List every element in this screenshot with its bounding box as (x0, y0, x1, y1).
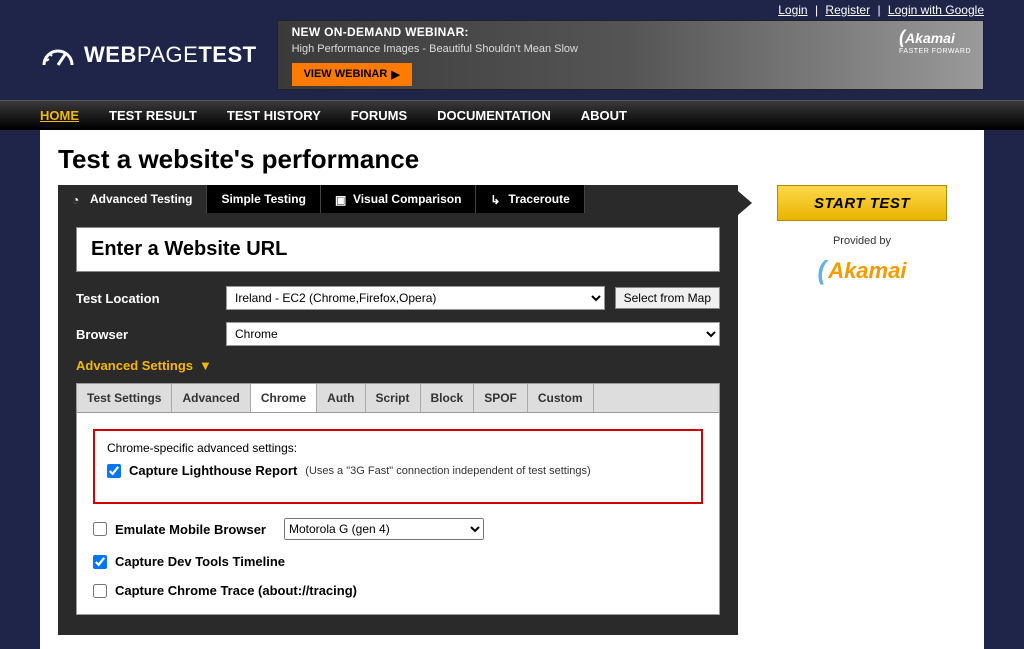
banner-title: NEW ON-DEMAND WEBINAR: (292, 25, 578, 39)
mode-tab-icon: ◔ (72, 193, 84, 205)
banner-subtitle: High Performance Images - Beautiful Shou… (292, 43, 578, 55)
gauge-icon (40, 43, 76, 67)
mode-tab-simple-testing[interactable]: Simple Testing (207, 185, 320, 213)
mode-tab-icon: ▣ (335, 193, 347, 205)
lighthouse-hint: (Uses a "3G Fast" connection independent… (305, 465, 590, 477)
main-nav: HOME TEST RESULT TEST HISTORY FORUMS DOCUMEN… (0, 100, 1024, 130)
nav-home[interactable]: HOME (40, 108, 79, 123)
subtab-chrome[interactable]: Chrome (251, 384, 317, 412)
browser-label: Browser (76, 327, 216, 342)
emulate-device-select[interactable]: Motorola G (gen 4) (284, 518, 484, 540)
advanced-subtabs: Test SettingsAdvancedChromeAuthScriptBlo… (76, 383, 720, 413)
mode-tab-advanced-testing[interactable]: ◔Advanced Testing (58, 185, 207, 213)
login-link[interactable]: Login (778, 3, 807, 17)
page-title: Test a website's performance (58, 144, 966, 175)
triangle-down-icon: ▼ (199, 358, 212, 373)
sponsor-logo[interactable]: (Akamai (818, 255, 907, 286)
chrome-trace-checkbox[interactable] (93, 584, 107, 598)
nav-about[interactable]: ABOUT (581, 108, 627, 123)
devtools-timeline-label: Capture Dev Tools Timeline (115, 554, 285, 569)
start-test-button[interactable]: START TEST (777, 185, 947, 221)
test-form: ◔Advanced TestingSimple Testing▣Visual C… (58, 185, 738, 635)
nav-test-result[interactable]: TEST RESULT (109, 108, 197, 123)
banner-brand: (AkamaiFASTER FORWARD (899, 27, 971, 55)
subtab-advanced[interactable]: Advanced (172, 384, 250, 412)
nav-test-history[interactable]: TEST HISTORY (227, 108, 321, 123)
login-google-link[interactable]: Login with Google (888, 3, 984, 17)
top-links: Login | Register | Login with Google (0, 0, 1024, 20)
subtab-script[interactable]: Script (366, 384, 421, 412)
arrow-icon (738, 191, 752, 215)
url-input[interactable]: Enter a Website URL (76, 227, 720, 272)
highlight-box: Chrome-specific advanced settings: Captu… (93, 429, 703, 504)
subtab-auth[interactable]: Auth (317, 384, 365, 412)
chrome-panel: Chrome-specific advanced settings: Captu… (76, 413, 720, 615)
provided-by-label: Provided by (833, 235, 891, 247)
swoosh-icon: ( (818, 255, 827, 286)
advanced-settings-toggle[interactable]: Advanced Settings▼ (76, 358, 720, 373)
mode-tab-traceroute[interactable]: ↳Traceroute (476, 185, 584, 213)
page-body: Test a website's performance ◔Advanced T… (40, 130, 984, 649)
mode-tab-icon: ↳ (490, 193, 502, 205)
subtab-spof[interactable]: SPOF (474, 384, 528, 412)
lighthouse-checkbox[interactable] (107, 464, 121, 478)
emulate-mobile-checkbox[interactable] (93, 522, 107, 536)
sidebar: START TEST Provided by (Akamai (758, 185, 966, 635)
browser-select[interactable]: Chrome (226, 322, 720, 346)
mode-tabs: ◔Advanced TestingSimple Testing▣Visual C… (58, 185, 738, 213)
site-logo[interactable]: WEBPAGETEST (40, 42, 257, 68)
register-link[interactable]: Register (825, 3, 870, 17)
subtab-custom[interactable]: Custom (528, 384, 594, 412)
devtools-timeline-checkbox[interactable] (93, 555, 107, 569)
logo-text: WEBPAGETEST (84, 42, 257, 68)
emulate-mobile-label: Emulate Mobile Browser (115, 522, 266, 537)
location-select[interactable]: Ireland - EC2 (Chrome,Firefox,Opera) (226, 286, 605, 310)
lighthouse-label: Capture Lighthouse Report (129, 463, 297, 478)
subtab-test-settings[interactable]: Test Settings (77, 384, 172, 412)
mode-tab-visual-comparison[interactable]: ▣Visual Comparison (321, 185, 476, 213)
chrome-panel-heading: Chrome-specific advanced settings: (107, 441, 689, 455)
location-label: Test Location (76, 291, 216, 306)
select-from-map-button[interactable]: Select from Map (615, 287, 720, 309)
header: WEBPAGETEST NEW ON-DEMAND WEBINAR: High … (0, 20, 1024, 100)
nav-forums[interactable]: FORUMS (351, 108, 407, 123)
subtab-block[interactable]: Block (421, 384, 475, 412)
nav-documentation[interactable]: DOCUMENTATION (437, 108, 551, 123)
chrome-trace-label: Capture Chrome Trace (about://tracing) (115, 583, 357, 598)
view-webinar-button[interactable]: VIEW WEBINAR▶ (292, 63, 412, 86)
promo-banner[interactable]: NEW ON-DEMAND WEBINAR: High Performance … (277, 20, 984, 90)
